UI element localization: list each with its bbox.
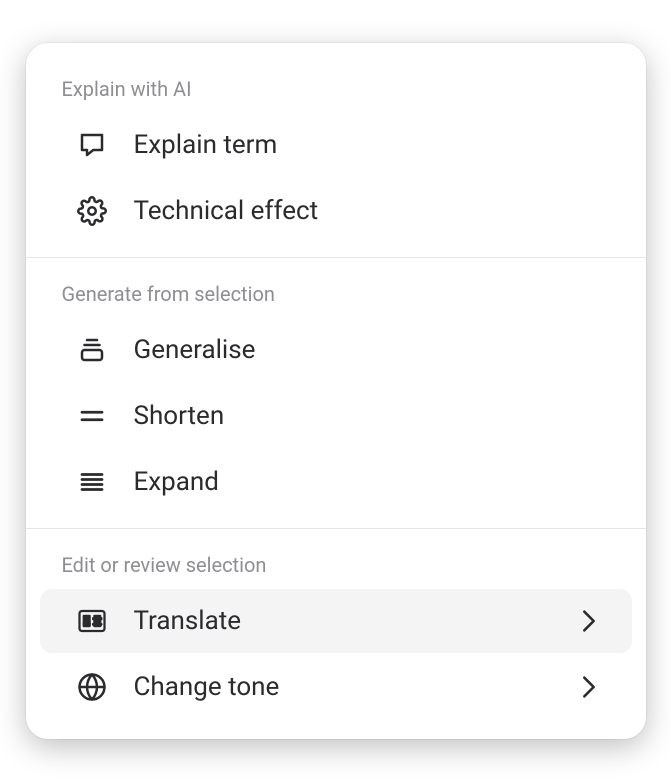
menu-item-shorten[interactable]: Shorten [40,384,632,448]
section-header-explain: Explain with AI [26,71,646,111]
divider [26,257,646,258]
menu-item-explain-term[interactable]: Explain term [40,113,632,177]
chat-icon [76,129,108,161]
menu-item-label: Expand [134,467,596,497]
ai-actions-panel: Explain with AI Explain term Technical e… [26,43,646,739]
chevron-right-icon [582,609,596,633]
svg-text:A: A [83,616,90,626]
translate-icon: A 文 [76,605,108,637]
menu-item-translate[interactable]: A 文 Translate [40,589,632,653]
menu-item-generalise[interactable]: Generalise [40,318,632,382]
lines-icon [76,466,108,498]
divider [26,528,646,529]
menu-item-label: Translate [134,606,556,636]
section-header-edit: Edit or review selection [26,547,646,587]
equals-icon [76,400,108,432]
menu-item-label: Change tone [134,672,556,702]
menu-item-label: Generalise [134,335,596,365]
globe-icon [76,671,108,703]
menu-item-label: Explain term [134,130,596,160]
section-header-generate: Generate from selection [26,276,646,316]
gear-icon [76,195,108,227]
chevron-right-icon [582,675,596,699]
menu-item-technical-effect[interactable]: Technical effect [40,179,632,243]
menu-item-label: Shorten [134,401,596,431]
menu-item-expand[interactable]: Expand [40,450,632,514]
stack-icon [76,334,108,366]
svg-text:文: 文 [92,615,101,626]
menu-item-change-tone[interactable]: Change tone [40,655,632,719]
menu-item-label: Technical effect [134,196,596,226]
